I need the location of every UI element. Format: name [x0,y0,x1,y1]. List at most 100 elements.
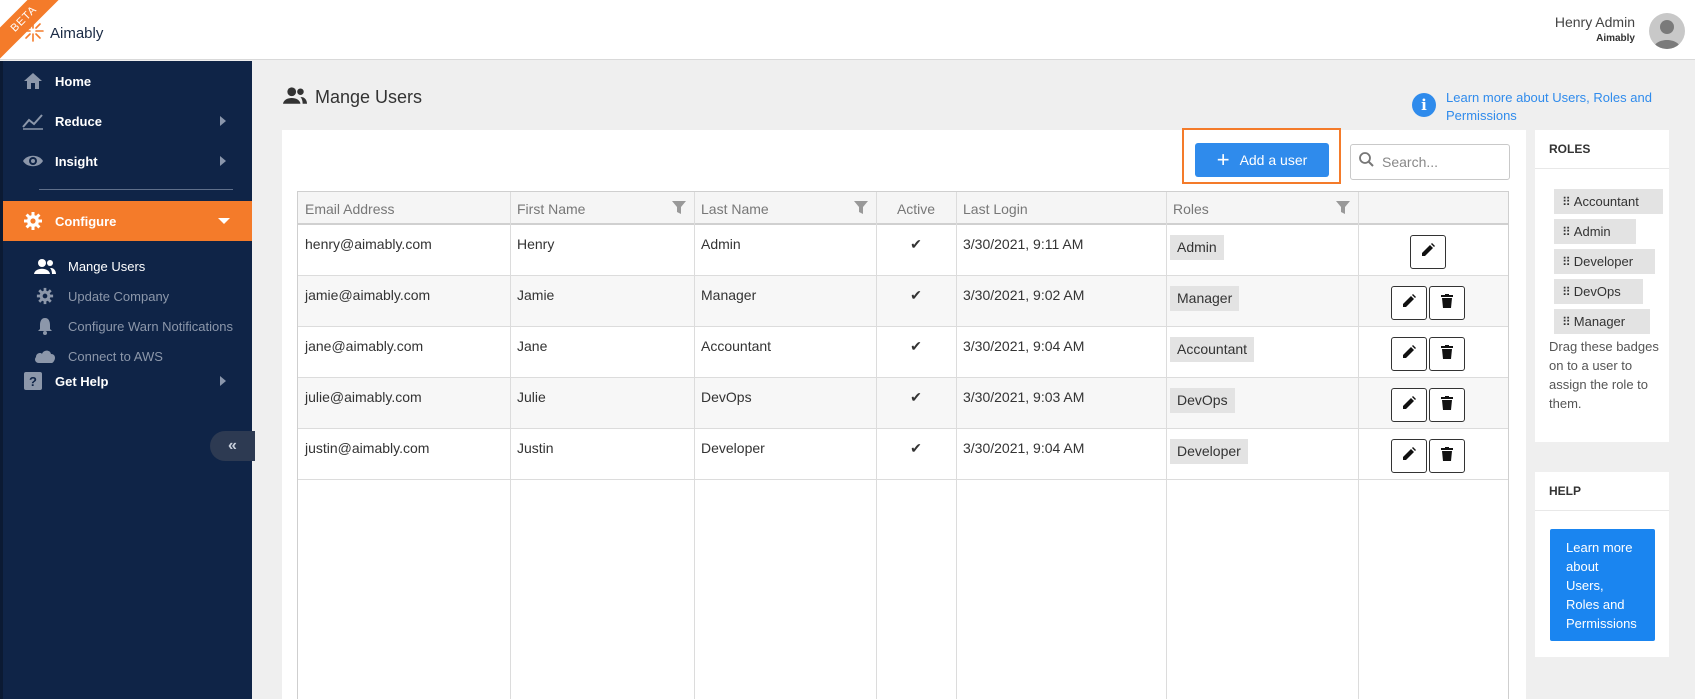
bell-icon [33,317,57,335]
cell-roles[interactable]: Accountant [1166,327,1358,378]
roles-hint: Drag these badges on to a user to assign… [1549,339,1659,411]
role-chip-label: Accountant [1573,194,1639,209]
search-box[interactable] [1350,144,1510,180]
drag-handle-icon: ⠿ [1562,194,1571,209]
check-icon: ✔ [910,287,922,303]
cell-email: justin@aimably.com [305,440,430,456]
drag-handle-icon: ⠿ [1562,254,1571,269]
edit-button[interactable] [1391,439,1427,473]
role-chip-label: DevOps [1573,284,1621,299]
role-chip-developer[interactable]: ⠿ Developer [1554,249,1655,274]
sidebar-subitem-configure-warn-notifications[interactable]: Configure Warn Notifications [33,315,233,337]
delete-button[interactable] [1429,439,1465,473]
users-icon [283,86,307,109]
sidebar-item-insight[interactable]: Insight [3,141,252,181]
sidebar-item-home[interactable]: Home [3,61,252,101]
trash-icon [1441,344,1453,364]
edit-button[interactable] [1391,337,1427,371]
trash-icon [1441,446,1453,466]
table-row[interactable]: justin@aimably.com Justin Developer ✔ 3/… [298,429,1508,480]
column-header-last-login[interactable]: Last Login [956,192,1166,225]
filter-icon[interactable] [1336,201,1350,220]
help-learn-more-button[interactable]: Learn more about Users, Roles and Permis… [1550,529,1655,641]
home-icon [21,69,45,93]
caret-right-icon [220,116,226,126]
table-header: Email Address First Name Last Name Activ… [298,192,1508,225]
user-org: Aimably [1596,33,1635,44]
trash-icon [1441,395,1453,415]
column-header-first-name[interactable]: First Name [510,192,694,225]
edit-button[interactable] [1410,235,1446,269]
role-badge[interactable]: Developer [1170,439,1248,464]
help-icon: ? [21,369,45,393]
collapse-sidebar-button[interactable]: « [210,431,255,461]
add-user-button[interactable]: + Add a user [1195,143,1329,177]
sidebar-subitem-label: Mange Users [68,258,146,274]
role-badge[interactable]: Accountant [1170,337,1255,362]
check-icon: ✔ [910,338,922,354]
sidebar-subitem-update-company[interactable]: Update Company [33,285,169,307]
help-panel-title: HELP [1535,472,1669,511]
delete-button[interactable] [1429,286,1465,320]
caret-right-icon [220,156,226,166]
cell-last-name: Developer [701,440,765,456]
column-header-active[interactable]: Active [876,192,956,225]
logo[interactable]: Aimably [22,20,103,47]
column-header-last-name[interactable]: Last Name [694,192,876,225]
pencil-icon [1402,293,1416,313]
role-badge[interactable]: Manager [1170,286,1240,311]
role-chip-manager[interactable]: ⠿ Manager [1554,309,1650,334]
drag-handle-icon: ⠿ [1562,284,1571,299]
role-chip-devops[interactable]: ⠿ DevOps [1554,279,1643,304]
table-row[interactable]: henry@aimably.com Henry Admin ✔ 3/30/202… [298,225,1508,276]
role-badge[interactable]: Admin [1170,235,1224,260]
role-badge[interactable]: DevOps [1170,388,1235,413]
cell-roles[interactable]: Admin [1166,225,1358,276]
cell-email: julie@aimably.com [305,389,422,405]
check-icon: ✔ [910,236,922,252]
roles-panel: ROLES ⠿ Accountant ⠿ Admin ⠿ Developer ⠿ Dev… [1535,130,1669,442]
sidebar-item-get-help[interactable]: ? Get Help [3,361,252,401]
sidebar-item-reduce[interactable]: Reduce [3,101,252,141]
edit-button[interactable] [1391,286,1427,320]
drag-handle-icon: ⠿ [1562,314,1571,329]
drag-handle-icon: ⠿ [1562,224,1571,239]
delete-button[interactable] [1429,337,1465,371]
cell-roles[interactable]: DevOps [1166,378,1358,429]
help-link[interactable]: i Learn more about Users, Roles and Perm… [1412,89,1656,125]
role-chip-admin[interactable]: ⠿ Admin [1554,219,1636,244]
trash-icon [1441,293,1453,313]
role-chip-label: Manager [1573,314,1626,329]
sidebar-item-configure[interactable]: Configure [3,201,252,241]
edit-button[interactable] [1391,388,1427,422]
sidebar-item-label: Home [55,73,92,89]
role-chip-label: Developer [1573,254,1634,269]
sidebar-subitem-label: Configure Warn Notifications [68,318,233,334]
avatar[interactable] [1649,13,1685,49]
users-card: + Add a user Email Address First Name La… [282,128,1526,699]
delete-button[interactable] [1429,388,1465,422]
table-row[interactable]: jane@aimably.com Jane Accountant ✔ 3/30/… [298,327,1508,378]
eye-icon [21,149,45,173]
sidebar-subitem-mange-users[interactable]: Mange Users [33,255,145,277]
help-link-text[interactable]: Learn more about Users, Roles and Permis… [1446,89,1656,125]
user-info[interactable]: Henry Admin Aimably [1555,14,1635,44]
filter-icon[interactable] [854,201,868,220]
cell-last-login: 3/30/2021, 9:04 AM [963,338,1085,354]
top-bar: BETA Aimably Henry Admin Aimably [0,0,1695,60]
cell-first-name: Jane [517,338,548,354]
search-input[interactable] [1382,154,1492,170]
role-chip-accountant[interactable]: ⠿ Accountant [1554,189,1663,214]
logo-text: Aimably [50,25,104,42]
column-header-email[interactable]: Email Address [298,192,510,225]
table-row[interactable]: julie@aimably.com Julie DevOps ✔ 3/30/20… [298,378,1508,429]
sidebar-item-label: Get Help [55,373,109,389]
cell-first-name: Julie [517,389,546,405]
cell-roles[interactable]: Manager [1166,276,1358,327]
table-row[interactable]: jamie@aimably.com Jamie Manager ✔ 3/30/2… [298,276,1508,327]
users-table: Email Address First Name Last Name Activ… [297,191,1509,699]
gear-icon [33,287,57,305]
column-header-roles[interactable]: Roles [1166,192,1358,225]
cell-roles[interactable]: Developer [1166,429,1358,480]
filter-icon[interactable] [672,201,686,220]
